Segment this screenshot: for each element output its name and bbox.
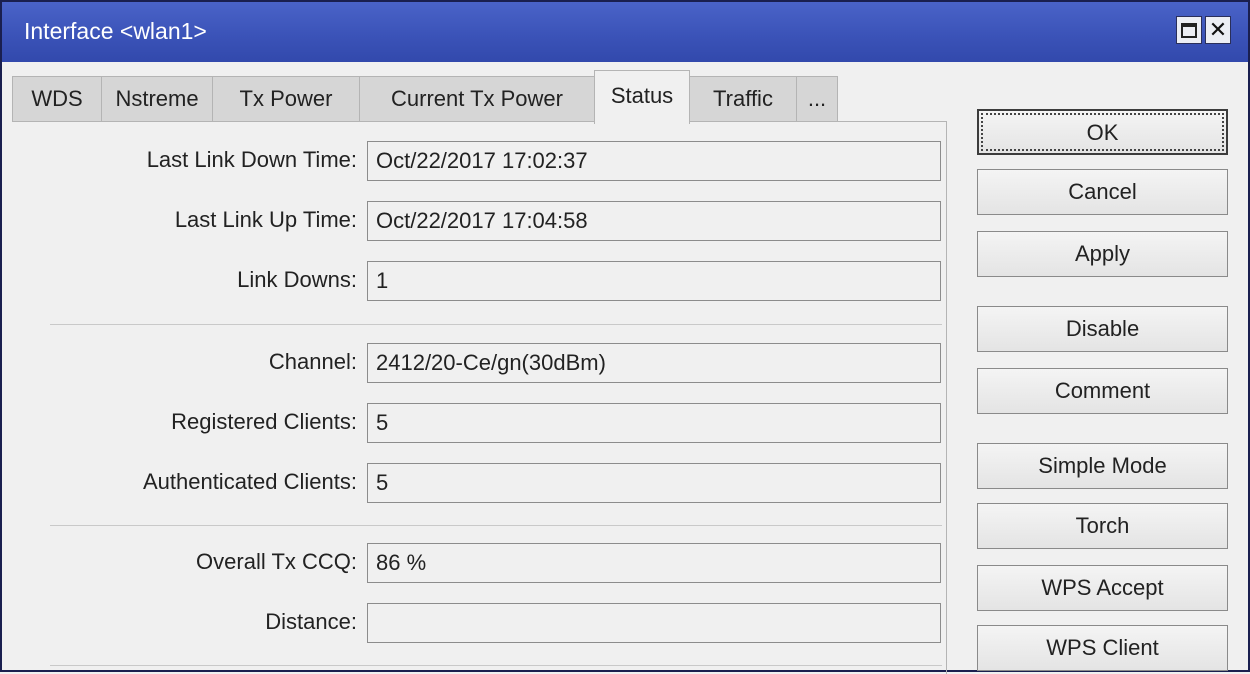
wps-client-button[interactable]: WPS Client bbox=[977, 625, 1228, 671]
row-last-link-down-time: Last Link Down Time: Oct/22/2017 17:02:3… bbox=[12, 141, 947, 181]
distance-field[interactable] bbox=[367, 603, 941, 643]
row-overall-tx-ccq: Overall Tx CCQ: 86 % bbox=[12, 543, 947, 583]
maximize-button[interactable] bbox=[1176, 16, 1202, 44]
registered-clients-field[interactable]: 5 bbox=[367, 403, 941, 443]
row-link-downs: Link Downs: 1 bbox=[12, 261, 947, 301]
ok-button[interactable]: OK bbox=[977, 109, 1228, 155]
last-link-up-time-label: Last Link Up Time: bbox=[174, 207, 357, 232]
wps-accept-button[interactable]: WPS Accept bbox=[977, 565, 1228, 611]
tab-more[interactable]: ... bbox=[796, 76, 838, 122]
tab-status[interactable]: Status bbox=[594, 70, 690, 124]
tab-current-tx-power[interactable]: Current Tx Power bbox=[359, 76, 595, 122]
close-icon: ✕ bbox=[1208, 17, 1228, 42]
channel-label: Channel: bbox=[268, 349, 357, 374]
distance-label: Distance: bbox=[265, 609, 357, 634]
row-distance: Distance: bbox=[12, 603, 947, 643]
last-link-up-time-field[interactable]: Oct/22/2017 17:04:58 bbox=[367, 201, 941, 241]
row-last-link-up-time: Last Link Up Time: Oct/22/2017 17:04:58 bbox=[12, 201, 947, 241]
simple-mode-button[interactable]: Simple Mode bbox=[977, 443, 1228, 489]
close-button[interactable]: ✕ bbox=[1205, 16, 1231, 44]
tab-nstreme[interactable]: Nstreme bbox=[101, 76, 213, 122]
link-downs-label: Link Downs: bbox=[237, 267, 357, 292]
tab-tx-power[interactable]: Tx Power bbox=[212, 76, 360, 122]
authenticated-clients-label: Authenticated Clients: bbox=[142, 469, 357, 494]
cancel-button[interactable]: Cancel bbox=[977, 169, 1228, 215]
torch-button[interactable]: Torch bbox=[977, 503, 1228, 549]
status-panel: Last Link Down Time: Oct/22/2017 17:02:3… bbox=[12, 121, 947, 674]
apply-button[interactable]: Apply bbox=[977, 231, 1228, 277]
section-divider bbox=[50, 525, 942, 526]
disable-button[interactable]: Disable bbox=[977, 306, 1228, 352]
window-title: Interface <wlan1> bbox=[24, 18, 207, 44]
interface-window: Interface <wlan1> ✕ WDS Nstreme Tx Power… bbox=[0, 0, 1250, 674]
overall-tx-ccq-label: Overall Tx CCQ: bbox=[196, 549, 357, 574]
section-divider bbox=[50, 665, 942, 666]
last-link-down-time-label: Last Link Down Time: bbox=[146, 147, 357, 172]
authenticated-clients-field[interactable]: 5 bbox=[367, 463, 941, 503]
row-channel: Channel: 2412/20-Ce/gn(30dBm) bbox=[12, 343, 947, 383]
maximize-icon bbox=[1181, 22, 1197, 38]
tab-wds[interactable]: WDS bbox=[12, 76, 102, 122]
link-downs-field[interactable]: 1 bbox=[367, 261, 941, 301]
channel-field[interactable]: 2412/20-Ce/gn(30dBm) bbox=[367, 343, 941, 383]
comment-button[interactable]: Comment bbox=[977, 368, 1228, 414]
title-bar[interactable]: Interface <wlan1> ✕ bbox=[2, 2, 1248, 62]
overall-tx-ccq-field[interactable]: 86 % bbox=[367, 543, 941, 583]
row-registered-clients: Registered Clients: 5 bbox=[12, 403, 947, 443]
section-divider bbox=[50, 324, 942, 325]
last-link-down-time-field[interactable]: Oct/22/2017 17:02:37 bbox=[367, 141, 941, 181]
tab-traffic[interactable]: Traffic bbox=[689, 76, 797, 122]
row-authenticated-clients: Authenticated Clients: 5 bbox=[12, 463, 947, 503]
registered-clients-label: Registered Clients: bbox=[171, 409, 357, 434]
